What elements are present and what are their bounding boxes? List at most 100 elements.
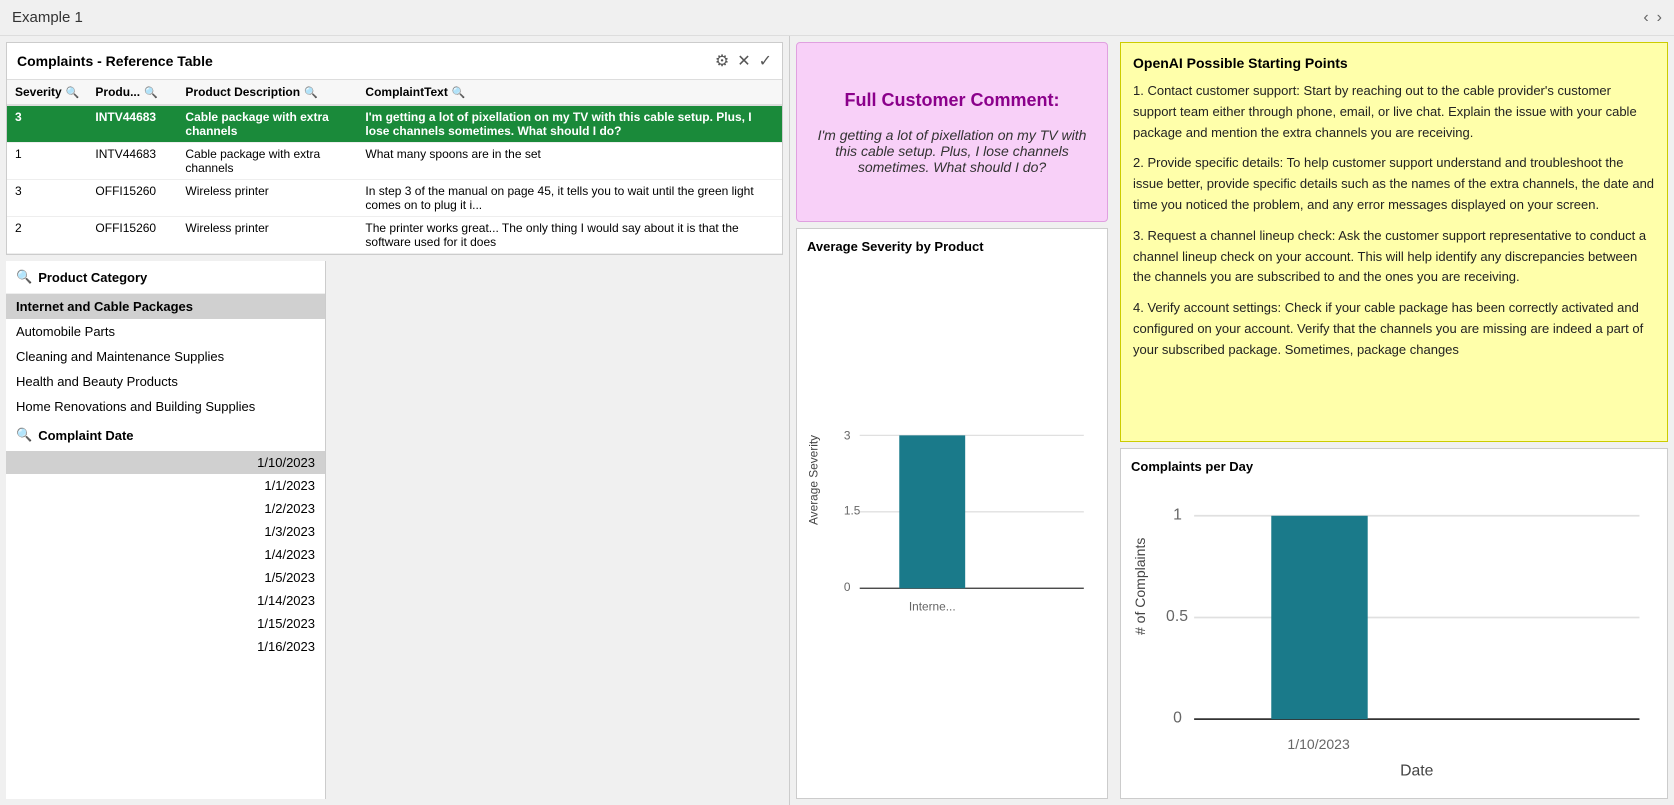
filter-bottom: 🔍 Product Category Internet and Cable Pa… [0,261,789,805]
table-body: 3 INTV44683 Cable package with extra cha… [7,105,782,254]
category-item[interactable]: Health and Beauty Products [6,369,325,394]
avg-severity-chart-box: Average Severity by Product 3 1.5 0 Aver… [796,228,1108,799]
complaint-date-title: 🔍 Complaint Date [16,427,315,443]
cpd-box: Complaints per Day 1 0.5 0 # of Complain… [1120,448,1668,799]
table-row[interactable]: 1 INTV44683 Cable package with extra cha… [7,143,782,180]
avg-severity-chart-title: Average Severity by Product [807,239,1097,254]
left-panel: Complaints - Reference Table ⚙ ✕ ✓ [0,36,790,805]
category-item[interactable]: Automobile Parts [6,319,325,344]
full-comment-title: Full Customer Comment: [844,90,1059,111]
cell-product: INTV44683 [87,143,177,180]
svg-text:Date: Date [1400,762,1434,779]
openai-paragraph: 2. Provide specific details: To help cus… [1133,153,1655,215]
settings-icon[interactable]: ⚙ [715,51,729,71]
cell-severity: 3 [7,180,87,217]
avg-severity-chart-area: 3 1.5 0 Average Severity [807,262,1097,788]
svg-text:0.5: 0.5 [1166,608,1188,625]
cell-complaint: In step 3 of the manual on page 45, it t… [357,180,782,217]
table-row[interactable]: 2 OFFI15260 Wireless printer The printer… [7,217,782,254]
complaints-table-section: Complaints - Reference Table ⚙ ✕ ✓ [6,42,783,255]
prev-button[interactable]: ‹ [1643,9,1648,27]
svg-text:0: 0 [844,580,851,594]
table-header-row: Complaints - Reference Table ⚙ ✕ ✓ [7,43,782,80]
product-category-section: 🔍 Product Category [6,261,325,294]
svg-text:1.5: 1.5 [844,503,861,517]
next-button[interactable]: › [1657,9,1662,27]
svg-text:# of Complaints: # of Complaints [1132,538,1148,635]
cell-severity: 1 [7,143,87,180]
full-comment-text: I'm getting a lot of pixellation on my T… [817,127,1087,175]
category-list: Internet and Cable PackagesAutomobile Pa… [6,294,325,419]
cell-product: OFFI15260 [87,217,177,254]
desc-search-icon[interactable]: 🔍 [304,86,318,99]
complaint-search-icon[interactable]: 🔍 [452,86,466,99]
openai-text: 1. Contact customer support: Start by re… [1133,81,1655,361]
full-comment-box: Full Customer Comment: I'm getting a lot… [796,42,1108,222]
openai-paragraph: 1. Contact customer support: Start by re… [1133,81,1655,143]
col-header-desc: Product Description 🔍 [177,80,357,105]
complaint-date-section: 🔍 Complaint Date [6,419,325,451]
avg-severity-bar [899,435,965,588]
category-item[interactable]: Home Renovations and Building Supplies [6,394,325,419]
date-item[interactable]: 1/4/2023 [6,543,325,566]
date-list: 1/10/20231/1/20231/2/20231/3/20231/4/202… [6,451,325,658]
date-item[interactable]: 1/1/2023 [6,474,325,497]
svg-text:Average Severity: Average Severity [807,435,821,525]
table-row[interactable]: 3 OFFI15260 Wireless printer In step 3 o… [7,180,782,217]
cell-product: INTV44683 [87,105,177,143]
product-category-title: 🔍 Product Category [16,269,315,285]
date-item[interactable]: 1/14/2023 [6,589,325,612]
table-header: Severity 🔍 Produ... 🔍 [7,80,782,105]
date-item[interactable]: 1/15/2023 [6,612,325,635]
openai-title: OpenAI Possible Starting Points [1133,55,1655,71]
table-controls: ⚙ ✕ ✓ [715,51,772,71]
svg-text:0: 0 [1173,710,1182,727]
svg-text:Interne...: Interne... [909,600,956,614]
charts-row: Average Severity by Product 3 1.5 0 Aver… [796,228,1108,799]
openai-paragraph: 3. Request a channel lineup check: Ask t… [1133,226,1655,288]
col-header-product: Produ... 🔍 [87,80,177,105]
svg-text:1: 1 [1173,506,1182,523]
close-icon[interactable]: ✕ [737,51,750,71]
svg-text:1/10/2023: 1/10/2023 [1287,736,1350,752]
cell-desc: Cable package with extra channels [177,105,357,143]
complaint-date-search-icon[interactable]: 🔍 [16,427,32,443]
table-title: Complaints - Reference Table [17,53,213,69]
right-panel: OpenAI Possible Starting Points 1. Conta… [1114,36,1674,805]
cpd-svg: 1 0.5 0 # of Complaints 1/10/2023 [1131,482,1657,788]
center-panel: Full Customer Comment: I'm getting a lot… [790,36,1114,805]
svg-text:3: 3 [844,428,851,442]
date-item[interactable]: 1/5/2023 [6,566,325,589]
date-item[interactable]: 1/2/2023 [6,497,325,520]
openai-box: OpenAI Possible Starting Points 1. Conta… [1120,42,1668,442]
severity-search-icon[interactable]: 🔍 [66,86,80,99]
product-search-icon[interactable]: 🔍 [144,86,158,99]
cell-severity: 3 [7,105,87,143]
openai-paragraph: 4. Verify account settings: Check if you… [1133,298,1655,360]
cpd-title: Complaints per Day [1131,459,1657,474]
col-header-complaint: ComplaintText 🔍 [357,80,782,105]
product-category-search-icon[interactable]: 🔍 [16,269,32,285]
cell-product: OFFI15260 [87,180,177,217]
table-row[interactable]: 3 INTV44683 Cable package with extra cha… [7,105,782,143]
check-icon[interactable]: ✓ [759,51,772,71]
cell-complaint: I'm getting a lot of pixellation on my T… [357,105,782,143]
cell-desc: Cable package with extra channels [177,143,357,180]
title-bar: Example 1 ‹ › [0,0,1674,36]
avg-severity-svg: 3 1.5 0 Average Severity [807,262,1097,788]
category-item[interactable]: Internet and Cable Packages [6,294,325,319]
cell-severity: 2 [7,217,87,254]
nav-arrows: ‹ › [1643,9,1662,27]
date-item[interactable]: 1/16/2023 [6,635,325,658]
cpd-bar [1271,516,1367,719]
category-item[interactable]: Cleaning and Maintenance Supplies [6,344,325,369]
cell-desc: Wireless printer [177,217,357,254]
date-item[interactable]: 1/10/2023 [6,451,325,474]
complaints-table: Severity 🔍 Produ... 🔍 [7,80,782,254]
filter-left-panel: 🔍 Product Category Internet and Cable Pa… [6,261,326,799]
date-item[interactable]: 1/3/2023 [6,520,325,543]
table-wrapper: Severity 🔍 Produ... 🔍 [7,80,782,254]
app-title: Example 1 [12,9,83,26]
col-header-severity: Severity 🔍 [7,80,87,105]
cell-complaint: What many spoons are in the set [357,143,782,180]
